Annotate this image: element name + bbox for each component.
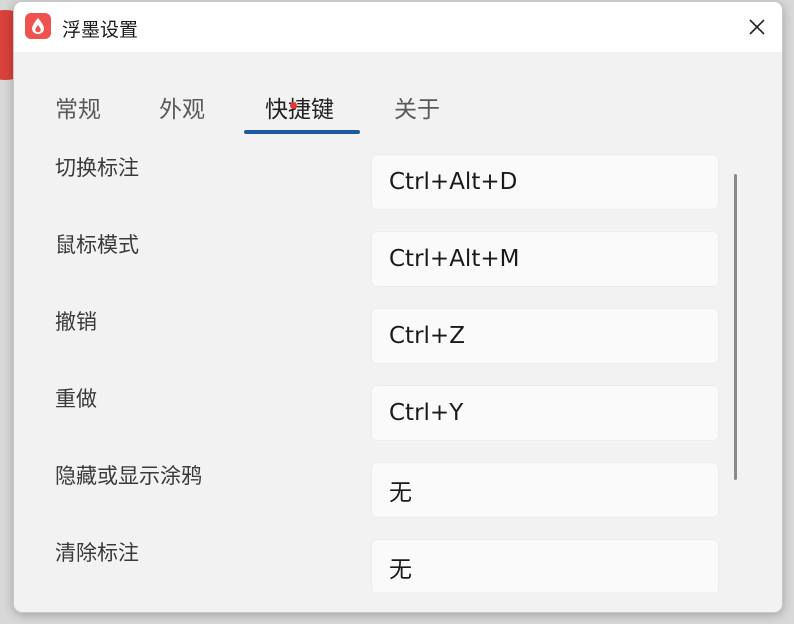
active-tab-indicator: [244, 130, 360, 134]
shortcut-row-mouse-mode: 鼠标模式 Ctrl+Alt+M: [14, 229, 782, 306]
shortcut-list: 切换标注 Ctrl+Alt+D 鼠标模式 Ctrl+Alt+M 撤销 Ctrl+…: [14, 152, 782, 592]
shortcut-row-toggle-doodle: 隐藏或显示涂鸦 无: [14, 460, 782, 537]
shortcut-key-field[interactable]: Ctrl+Z: [371, 308, 719, 364]
shortcut-label: 重做: [55, 387, 97, 411]
tab-shortcuts[interactable]: 快捷键: [265, 90, 334, 130]
shortcut-label: 清除标注: [55, 541, 139, 565]
shortcut-key-field[interactable]: Ctrl+Y: [371, 385, 719, 441]
close-button[interactable]: [732, 2, 782, 52]
shortcut-row-toggle-annotation: 切换标注 Ctrl+Alt+D: [14, 152, 782, 229]
shortcut-key-field[interactable]: Ctrl+Alt+D: [371, 154, 719, 210]
shortcut-row-undo: 撤销 Ctrl+Z: [14, 306, 782, 383]
shortcut-row-clear-annotation: 清除标注 无: [14, 537, 782, 592]
vertical-scrollbar[interactable]: [734, 174, 737, 480]
close-icon: [749, 19, 765, 35]
shortcut-key-field[interactable]: Ctrl+Alt+M: [371, 231, 719, 287]
tab-appearance[interactable]: 外观: [159, 90, 205, 130]
tab-bar: 常规 外观 快捷键 关于: [14, 90, 782, 138]
settings-window: 浮墨设置 常规 外观 快捷键 关于 切换标注 Ctrl+Alt+D 鼠标模式 C…: [13, 1, 783, 613]
shortcut-key-field[interactable]: 无: [371, 539, 719, 592]
shortcut-label: 切换标注: [55, 156, 139, 180]
shortcut-label: 撤销: [55, 310, 97, 334]
window-title: 浮墨设置: [62, 19, 139, 41]
notification-dot: [290, 102, 297, 109]
shortcut-label: 隐藏或显示涂鸦: [55, 464, 202, 488]
shortcut-row-redo: 重做 Ctrl+Y: [14, 383, 782, 460]
title-bar: 浮墨设置: [14, 2, 782, 52]
shortcut-label: 鼠标模式: [55, 233, 139, 257]
shortcut-key-field[interactable]: 无: [371, 462, 719, 518]
tab-about[interactable]: 关于: [394, 90, 440, 130]
tab-general[interactable]: 常规: [55, 90, 101, 130]
ink-drop-icon: [25, 13, 51, 39]
